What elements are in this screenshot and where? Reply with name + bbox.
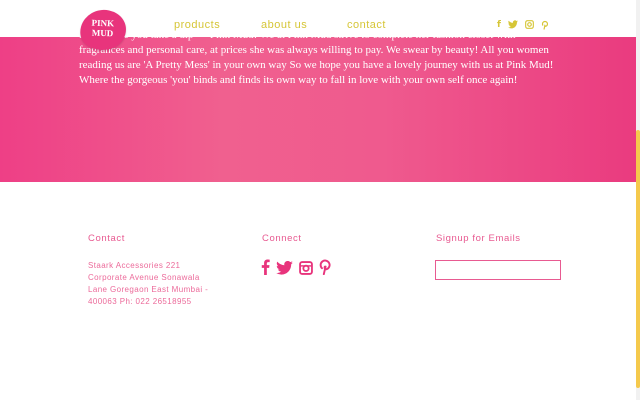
footer-signup-title: Signup for Emails: [436, 233, 521, 244]
footer-address: Staark Accessories 221 Corporate Avenue …: [88, 261, 209, 306]
scrollbar-thumb[interactable]: [636, 130, 640, 388]
twitter-icon[interactable]: [276, 260, 293, 279]
instagram-icon[interactable]: [299, 260, 313, 279]
pinterest-icon[interactable]: [319, 259, 331, 279]
nav-social-icons: f: [497, 20, 549, 33]
nav-link-products[interactable]: products: [174, 19, 220, 31]
footer-social-icons: [261, 259, 331, 279]
facebook-icon[interactable]: f: [497, 20, 501, 33]
footer-connect-title: Connect: [262, 233, 302, 244]
page-scrollbar[interactable]: [636, 0, 640, 400]
about-text: Isn't it time you take a dip — Pink Mud!…: [79, 29, 554, 86]
facebook-icon[interactable]: [261, 259, 270, 279]
email-signup-input[interactable]: [435, 260, 561, 280]
logo-text: PINK MUD: [91, 17, 115, 39]
instagram-icon[interactable]: [525, 20, 534, 33]
pinterest-icon[interactable]: [541, 20, 549, 33]
twitter-icon[interactable]: [507, 20, 518, 33]
nav-link-about-us[interactable]: about us: [261, 19, 307, 31]
nav-link-contact[interactable]: contact: [347, 19, 386, 31]
footer-contact-title: Contact: [88, 233, 125, 244]
